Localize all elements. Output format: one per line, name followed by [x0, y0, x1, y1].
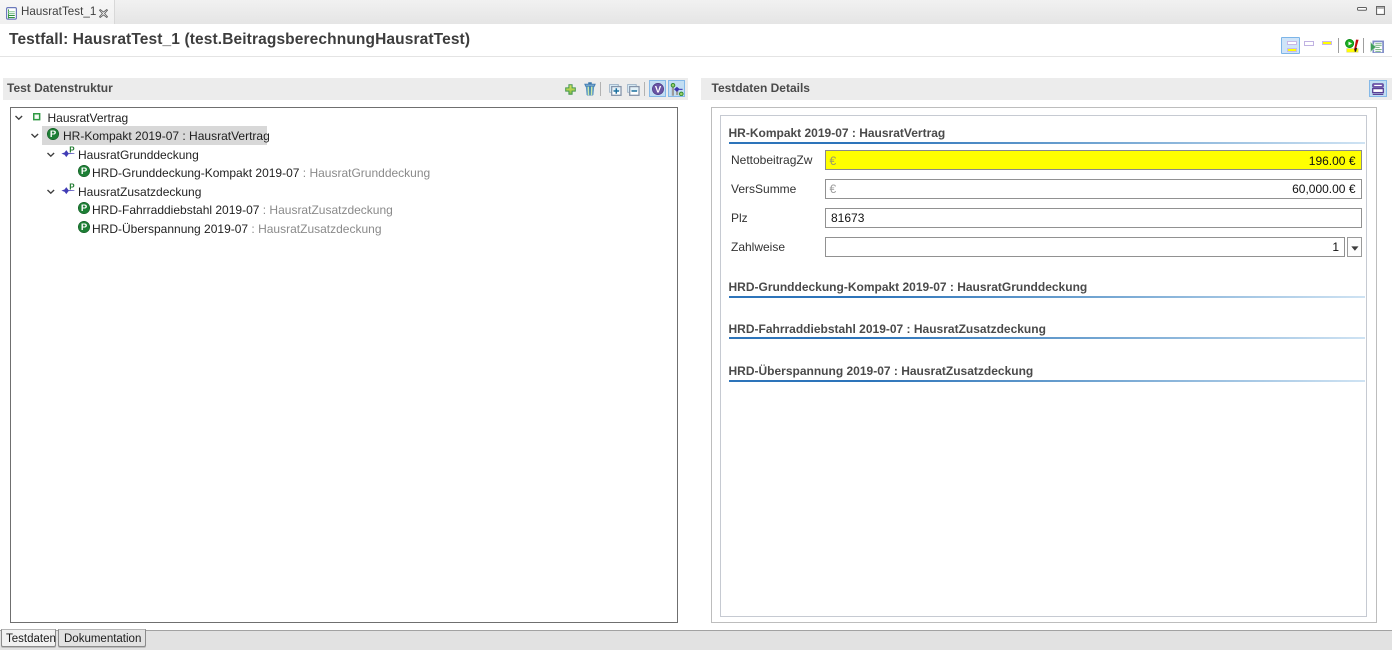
svg-text:V: V — [655, 84, 662, 95]
